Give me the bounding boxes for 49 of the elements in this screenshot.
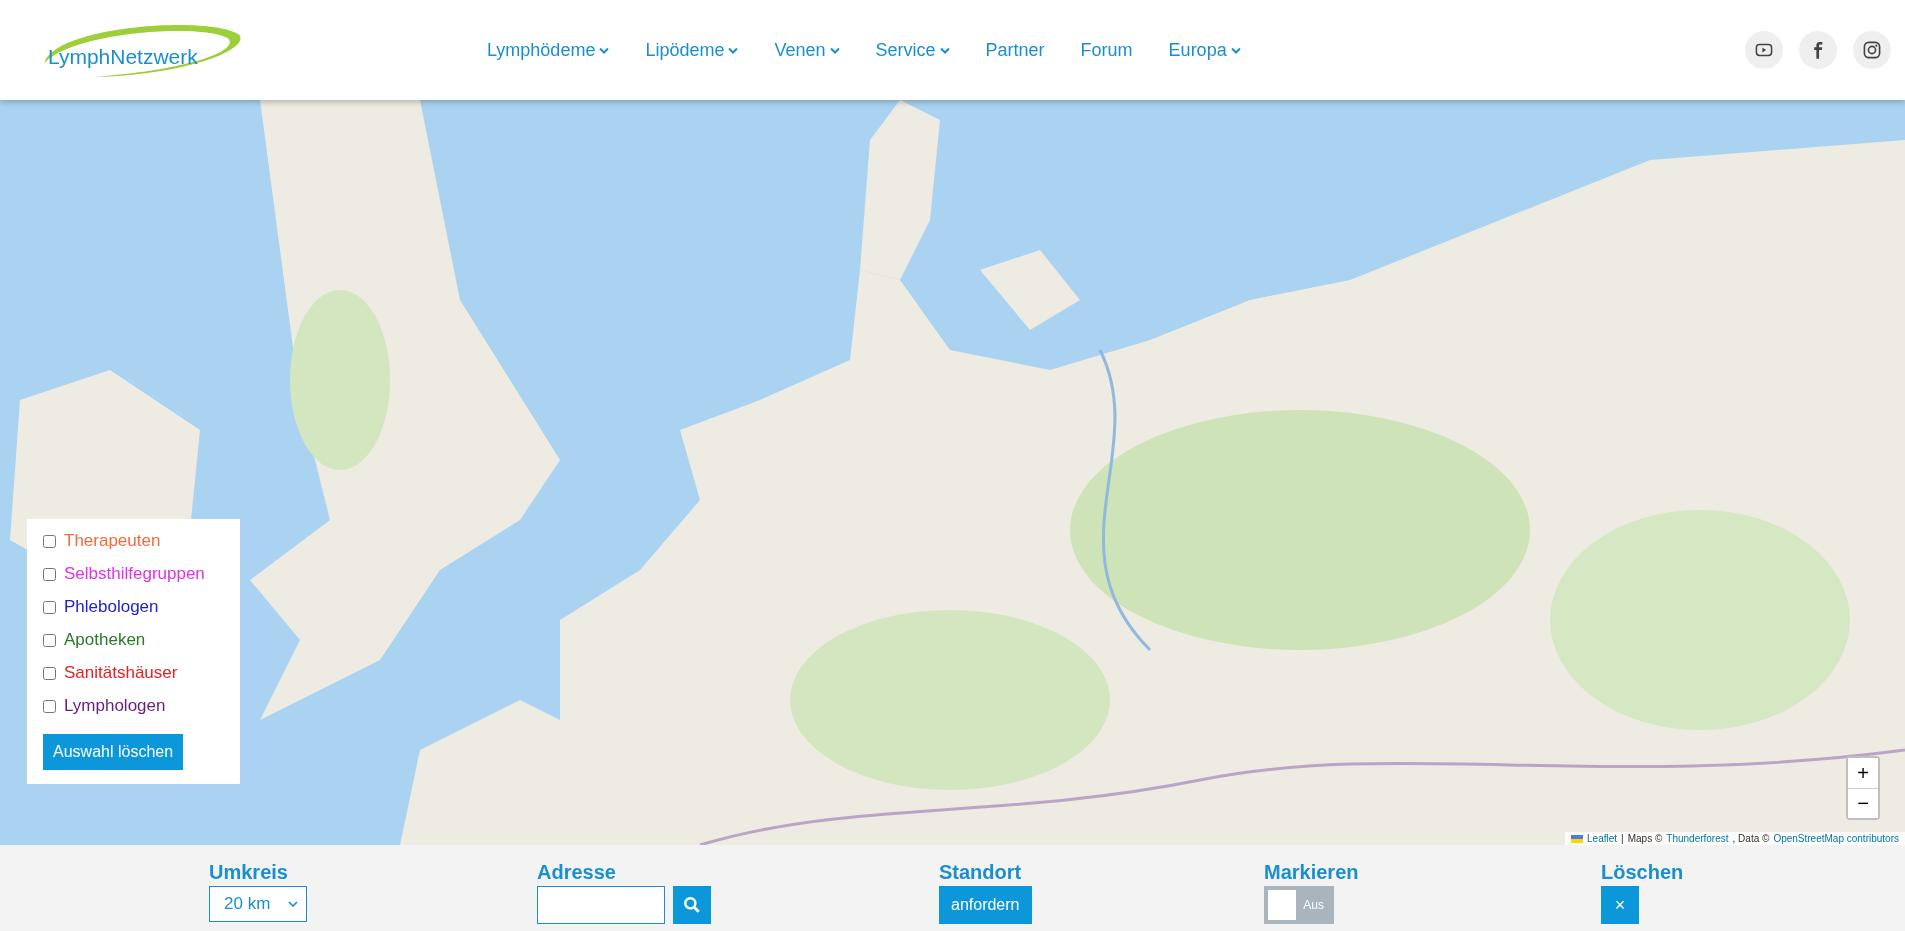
checkbox[interactable] (43, 666, 56, 680)
clear-selection-button[interactable]: Auswahl löschen (43, 734, 184, 770)
caret-icon (939, 46, 950, 54)
attribution-link[interactable]: OpenStreetMap contributors (1773, 833, 1899, 844)
attribution-link[interactable]: Leaflet (1587, 833, 1618, 844)
caret-icon (829, 46, 840, 54)
caret-icon (1230, 46, 1241, 54)
nav-link[interactable]: Partner (985, 39, 1045, 61)
mark-label: Markieren (1264, 861, 1359, 884)
delete-button[interactable]: × (1601, 886, 1639, 924)
attribution-text: | (1621, 833, 1624, 844)
caret-icon (728, 46, 739, 54)
radius-select[interactable]: 20 km (209, 886, 307, 922)
filter-label[interactable]: Therapeuten (64, 531, 161, 551)
address-field[interactable] (537, 886, 665, 924)
filter-label[interactable]: Apotheken (64, 630, 146, 650)
delete-label: Löschen (1601, 861, 1684, 884)
facebook-link[interactable] (1799, 31, 1837, 69)
nav-link[interactable]: Venen (774, 39, 840, 61)
address-label: Adresse (537, 861, 616, 884)
nav-link[interactable]: Lipödeme (645, 39, 739, 61)
checkbox[interactable] (43, 534, 56, 548)
instagram-link[interactable] (1853, 31, 1891, 69)
caret-icon (599, 46, 610, 54)
filter-label[interactable]: Phlebologen (64, 597, 159, 617)
location-label: Standort (939, 861, 1022, 884)
chevron-icon (288, 901, 298, 907)
search-icon (683, 896, 701, 914)
radius-label: Umkreis (209, 861, 288, 884)
youtube-link[interactable] (1745, 31, 1783, 69)
attribution-text: Maps © (1627, 833, 1663, 844)
zoom-out-button[interactable]: − (1848, 788, 1878, 818)
attribution-link[interactable]: Thunderforest (1666, 833, 1729, 844)
checkbox[interactable] (43, 567, 56, 581)
filter-label[interactable]: Sanitätshäuser (64, 663, 178, 683)
flag-icon (1571, 834, 1584, 843)
mark-toggle[interactable]: Aus (1264, 886, 1334, 924)
nav-link[interactable]: Europa (1168, 39, 1241, 61)
nav-link[interactable]: Lymphödeme (487, 39, 610, 61)
attribution-text: , Data © (1732, 833, 1770, 844)
checkbox[interactable] (43, 633, 56, 647)
filter-label[interactable]: Lymphologen (64, 696, 166, 716)
search-button[interactable] (673, 886, 711, 924)
checkbox[interactable] (43, 699, 56, 713)
filter-label[interactable]: Selbsthilfegruppen (64, 564, 205, 584)
nav-link[interactable]: Service (875, 39, 950, 61)
request-location-button[interactable]: anfordern (939, 886, 1032, 924)
nav-link[interactable]: Forum (1080, 39, 1133, 61)
checkbox[interactable] (43, 600, 56, 614)
